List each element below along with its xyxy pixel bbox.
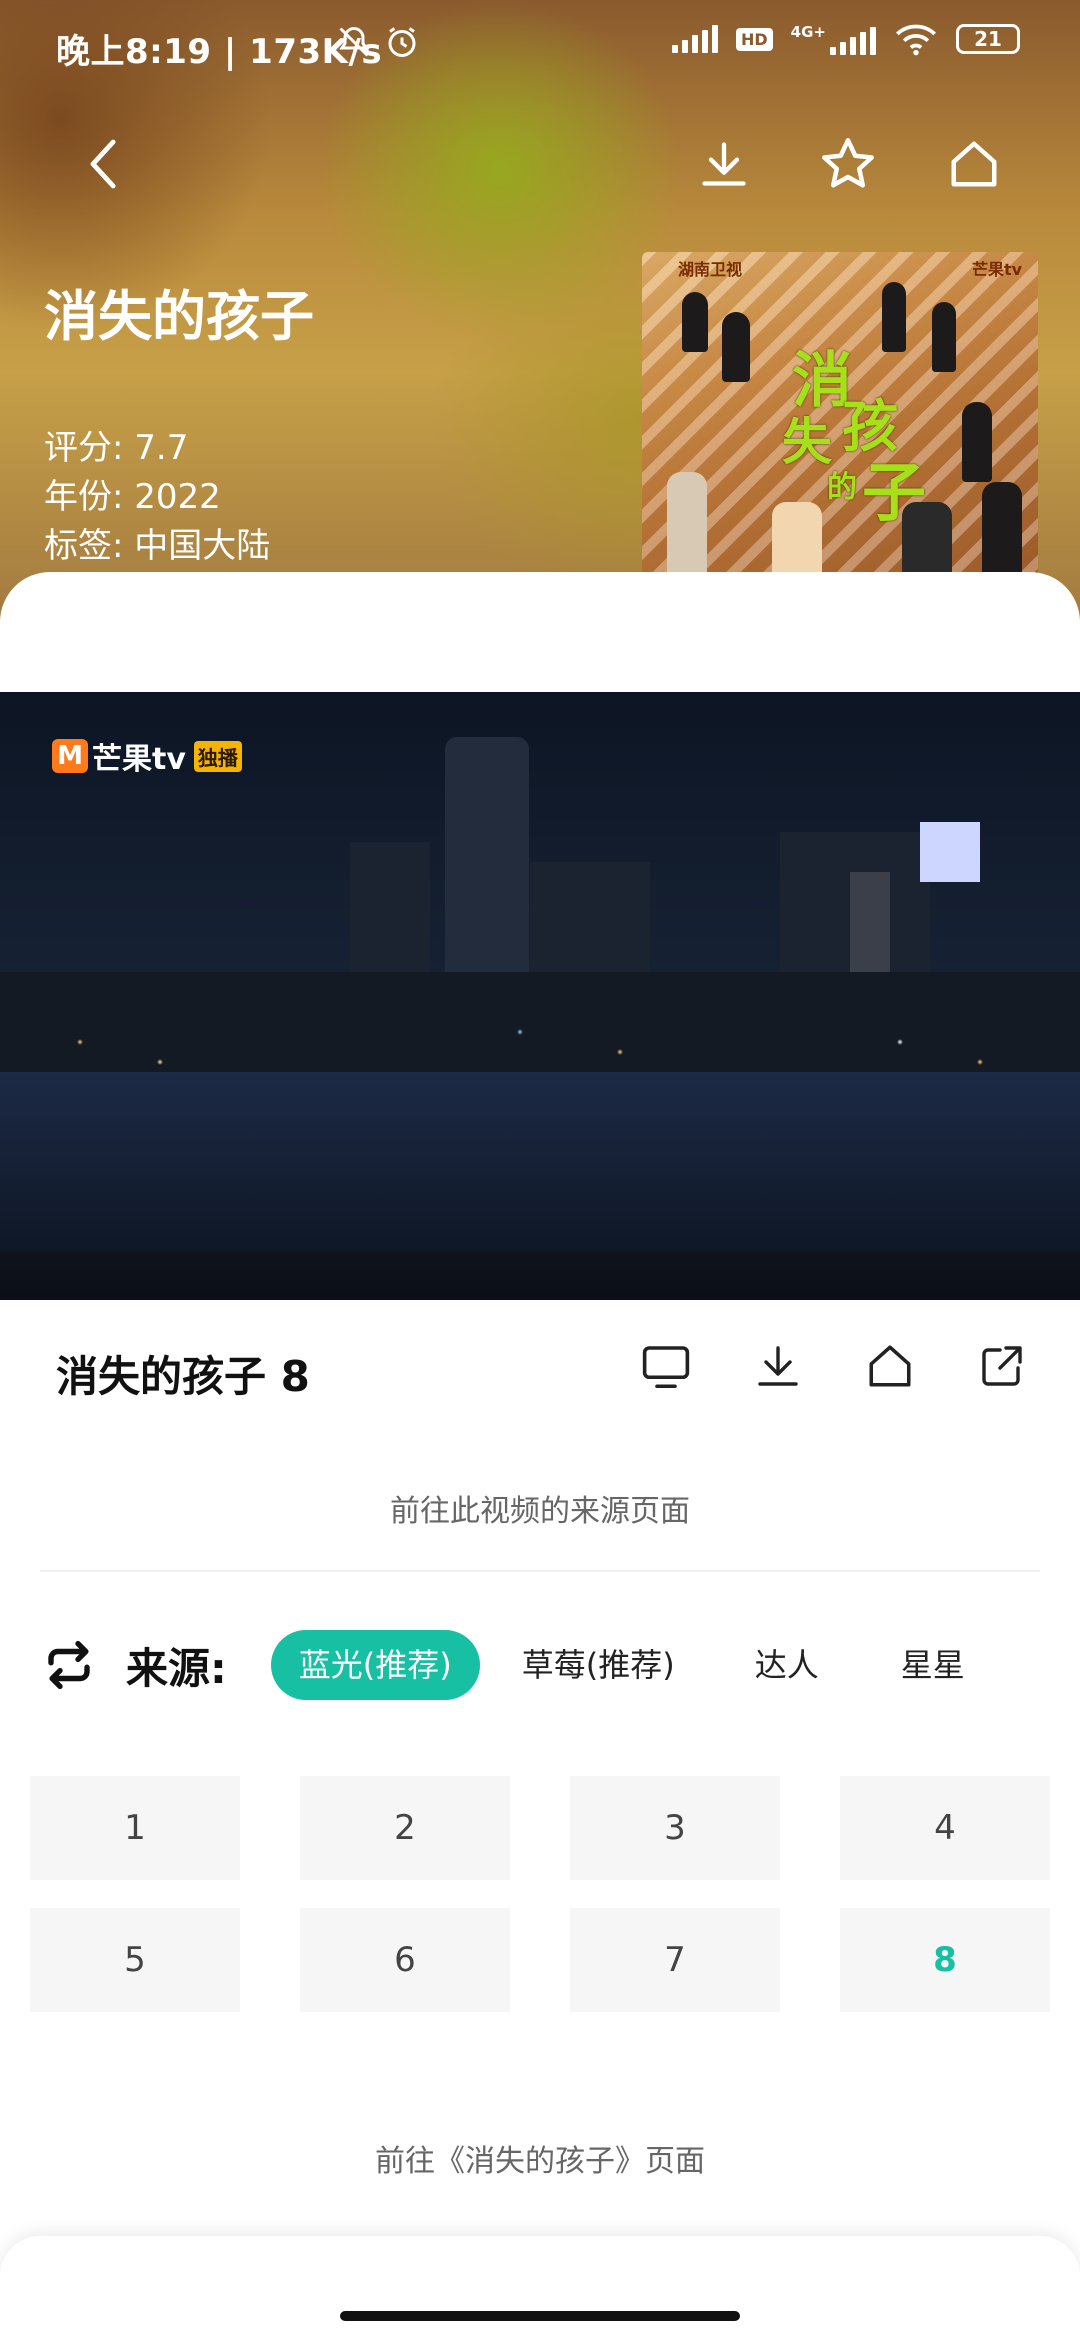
source-page-link[interactable]: 前往此视频的来源页面 — [0, 1486, 1080, 1530]
home-indicator[interactable] — [340, 2311, 740, 2321]
poster-figure — [772, 502, 822, 582]
source-chip-star[interactable]: 星星 — [871, 1630, 995, 1700]
poster-figure — [682, 292, 708, 352]
episode-button[interactable]: 2 — [300, 1776, 510, 1880]
exclusive-badge: 独播 — [193, 740, 242, 772]
source-chip-bluray[interactable]: 蓝光(推荐) — [270, 1630, 480, 1700]
poster-figure — [667, 472, 707, 582]
source-label: 来源: — [126, 1643, 227, 1693]
network-type: 4G+ — [790, 23, 826, 41]
star-icon — [822, 138, 874, 188]
back-icon — [90, 139, 116, 189]
status-icons: HD 4G+ 21 — [672, 22, 1020, 56]
download-icon — [758, 1346, 798, 1386]
share-icon — [982, 1346, 1022, 1386]
poster-figure — [962, 402, 992, 482]
show-title: 消失的孩子 — [44, 285, 314, 348]
episode-button[interactable]: 3 — [570, 1776, 780, 1880]
download-icon — [702, 142, 746, 186]
favorite-button[interactable] — [808, 124, 888, 204]
episode-home-button[interactable] — [862, 1338, 918, 1394]
back-button[interactable] — [64, 124, 144, 204]
show-rating: 评分: 7.7 — [44, 428, 189, 468]
poster-brand-left: 湖南卫视 — [678, 260, 743, 279]
divider — [40, 1570, 1040, 1572]
battery-indicator: 21 — [956, 24, 1020, 54]
episode-button[interactable]: 4 — [840, 1776, 1050, 1880]
poster-title-char: 失 — [782, 413, 832, 471]
episode-grid: 1 2 3 4 5 6 7 8 — [30, 1776, 1050, 2012]
signal-icon — [672, 25, 718, 53]
episode-button[interactable]: 1 — [30, 1776, 240, 1880]
episode-button-selected[interactable]: 8 — [840, 1908, 1050, 2012]
source-selector: 来源: 蓝光(推荐) 草莓(推荐) 达人 星星 — [40, 1630, 995, 1700]
home-button[interactable] — [934, 124, 1014, 204]
poster-figure — [932, 302, 956, 372]
mango-logo-icon: M — [52, 739, 88, 773]
poster-figure — [882, 282, 906, 352]
video-water — [0, 1072, 1080, 1252]
video-tower — [445, 737, 529, 997]
poster-figure — [982, 482, 1022, 582]
mute-bell-icon — [339, 26, 369, 57]
poster-title-char: 的 — [827, 470, 857, 505]
source-chip-strawberry[interactable]: 草莓(推荐) — [494, 1630, 703, 1700]
signal-4g-icon — [830, 27, 876, 55]
alarm-icon — [388, 27, 416, 57]
episode-title: 消失的孩子 8 — [56, 1352, 310, 1401]
episode-button[interactable]: 7 — [570, 1908, 780, 2012]
cast-button[interactable] — [638, 1338, 694, 1394]
switch-icon[interactable] — [40, 1638, 98, 1692]
wifi-icon — [896, 24, 936, 56]
poster-brand-right: 芒果tv — [972, 260, 1023, 279]
bottom-card — [0, 2236, 1080, 2340]
episode-button[interactable]: 6 — [300, 1908, 510, 2012]
show-page-link[interactable]: 前往《消失的孩子》页面 — [0, 2136, 1080, 2180]
episode-download-button[interactable] — [750, 1338, 806, 1394]
episode-actions — [638, 1338, 1030, 1394]
download-button[interactable] — [684, 124, 764, 204]
show-tags: 标签: 中国大陆 — [44, 526, 271, 566]
share-button[interactable] — [974, 1338, 1030, 1394]
show-poster[interactable]: 消 失 孩 的 子 湖南卫视 芒果tv — [642, 252, 1038, 582]
video-lit-building — [920, 822, 980, 882]
show-year: 年份: 2022 — [44, 477, 221, 517]
home-icon — [869, 1345, 911, 1387]
video-player[interactable] — [0, 692, 1080, 1300]
source-chip-daren[interactable]: 达人 — [717, 1630, 857, 1700]
poster-title-char: 子 — [862, 457, 926, 531]
tv-icon — [642, 1346, 690, 1389]
home-icon — [951, 141, 997, 187]
mango-brand-text: 芒果tv — [92, 742, 186, 777]
status-time-speed: 晚上8:19 | 173K/s — [56, 32, 383, 72]
poster-figure — [722, 312, 750, 382]
video-watermark: M 芒果tv 独播 — [52, 734, 242, 778]
hd-badge: HD — [736, 27, 773, 51]
episode-button[interactable]: 5 — [30, 1908, 240, 2012]
